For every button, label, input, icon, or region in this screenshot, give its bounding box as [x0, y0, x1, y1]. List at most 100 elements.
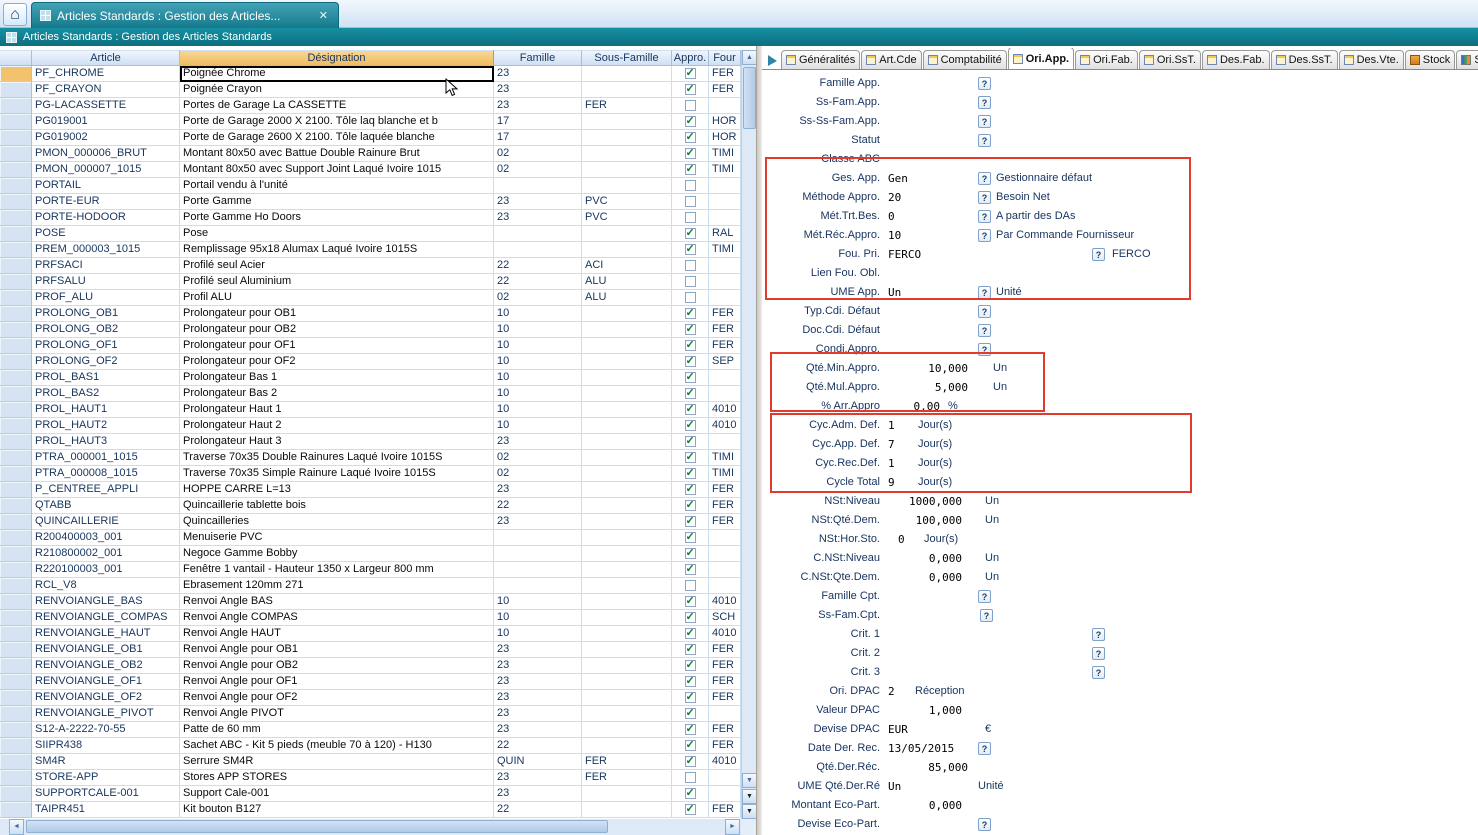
cell-designation[interactable]: Poignée Crayon: [180, 82, 494, 98]
help-button[interactable]: ?: [978, 191, 991, 204]
help-button[interactable]: ?: [1092, 666, 1105, 679]
cell-sous-famille[interactable]: [582, 610, 672, 626]
appro-checkbox[interactable]: [685, 276, 696, 287]
table-row[interactable]: QTABBQuincaillerie tablette bois22FER: [0, 498, 741, 514]
cell-designation[interactable]: Ebrasement 120mm 271: [180, 578, 494, 594]
field-value[interactable]: 1: [888, 454, 895, 473]
table-row[interactable]: RENVOIANGLE_BASRenvoi Angle BAS104010: [0, 594, 741, 610]
cell-sous-famille[interactable]: [582, 626, 672, 642]
cell-designation[interactable]: Renvoi Angle BAS: [180, 594, 494, 610]
help-button[interactable]: ?: [978, 210, 991, 223]
cell-article[interactable]: STORE-APP: [32, 770, 180, 786]
cell-article[interactable]: PROL_HAUT3: [32, 434, 180, 450]
cell-appro[interactable]: [672, 162, 709, 178]
field-value[interactable]: 20: [888, 188, 901, 207]
cell-fournisseur[interactable]: 4010: [709, 402, 741, 418]
cell-designation[interactable]: Renvoi Angle pour OF1: [180, 674, 494, 690]
cell-fournisseur[interactable]: [709, 578, 741, 594]
cell-famille[interactable]: 10: [494, 370, 582, 386]
row-selector[interactable]: [0, 290, 32, 306]
cell-article[interactable]: PRFSACI: [32, 258, 180, 274]
cell-appro[interactable]: [672, 82, 709, 98]
scroll-up-icon[interactable]: ▲: [742, 50, 757, 65]
cell-designation[interactable]: Kit bouton B127: [180, 802, 494, 818]
table-row[interactable]: S12-A-2222-70-55Patte de 60 mm23FER: [0, 722, 741, 738]
cell-designation[interactable]: Porte Gamme: [180, 194, 494, 210]
cell-appro[interactable]: [672, 194, 709, 210]
table-row[interactable]: PROLONG_OF2Prolongateur pour OF210SEP: [0, 354, 741, 370]
table-row[interactable]: RENVOIANGLE_PIVOTRenvoi Angle PIVOT23: [0, 706, 741, 722]
cell-designation[interactable]: Sachet ABC - Kit 5 pieds (meuble 70 à 12…: [180, 738, 494, 754]
row-selector[interactable]: [0, 642, 32, 658]
header-article[interactable]: Article: [32, 50, 180, 66]
cell-fournisseur[interactable]: FER: [709, 802, 741, 818]
cell-designation[interactable]: Porte Gamme Ho Doors: [180, 210, 494, 226]
row-selector[interactable]: [0, 738, 32, 754]
appro-checkbox[interactable]: [685, 116, 696, 127]
cell-fournisseur[interactable]: 4010: [709, 418, 741, 434]
appro-checkbox[interactable]: [685, 356, 696, 367]
cell-sous-famille[interactable]: [582, 82, 672, 98]
cell-sous-famille[interactable]: PVC: [582, 210, 672, 226]
cell-famille[interactable]: 02: [494, 162, 582, 178]
cell-appro[interactable]: [672, 146, 709, 162]
home-button[interactable]: ⌂: [3, 3, 27, 26]
row-selector[interactable]: [0, 418, 32, 434]
header-appro[interactable]: Appro.: [672, 50, 709, 66]
cell-sous-famille[interactable]: [582, 466, 672, 482]
appro-checkbox[interactable]: [685, 180, 696, 191]
row-selector[interactable]: [0, 226, 32, 242]
cell-appro[interactable]: [672, 514, 709, 530]
document-tab[interactable]: Articles Standards : Gestion des Article…: [31, 2, 339, 28]
table-row[interactable]: PROLONG_OF1Prolongateur pour OF110FER: [0, 338, 741, 354]
cell-fournisseur[interactable]: [709, 274, 741, 290]
cell-appro[interactable]: [672, 786, 709, 802]
cell-fournisseur[interactable]: FER: [709, 66, 741, 82]
field-value[interactable]: Gen: [888, 169, 908, 188]
cell-appro[interactable]: [672, 242, 709, 258]
cell-appro[interactable]: [672, 610, 709, 626]
table-row[interactable]: PF_CHROMEPoignée Chrome23FER: [0, 66, 741, 82]
row-selector[interactable]: [0, 242, 32, 258]
cell-sous-famille[interactable]: [582, 578, 672, 594]
cell-fournisseur[interactable]: FER: [709, 82, 741, 98]
cell-famille[interactable]: 23: [494, 194, 582, 210]
cell-appro[interactable]: [672, 754, 709, 770]
cell-appro[interactable]: [672, 322, 709, 338]
cell-article[interactable]: RENVOIANGLE_BAS: [32, 594, 180, 610]
field-value[interactable]: Un: [888, 777, 901, 796]
cell-article[interactable]: PMON_000007_1015: [32, 162, 180, 178]
cell-sous-famille[interactable]: [582, 530, 672, 546]
cell-fournisseur[interactable]: HOR: [709, 130, 741, 146]
field-value[interactable]: 0: [898, 530, 905, 549]
cell-designation[interactable]: Porte de Garage 2000 X 2100. Tôle laq bl…: [180, 114, 494, 130]
cell-article[interactable]: RENVOIANGLE_OB1: [32, 642, 180, 658]
cell-article[interactable]: RENVOIANGLE_OF1: [32, 674, 180, 690]
table-row[interactable]: SIIPR438Sachet ABC - Kit 5 pieds (meuble…: [0, 738, 741, 754]
cell-sous-famille[interactable]: [582, 130, 672, 146]
cell-appro[interactable]: [672, 66, 709, 82]
cell-famille[interactable]: 23: [494, 514, 582, 530]
row-selector[interactable]: [0, 82, 32, 98]
cell-appro[interactable]: [672, 466, 709, 482]
cell-famille[interactable]: [494, 530, 582, 546]
cell-article[interactable]: PREM_000003_1015: [32, 242, 180, 258]
cell-fournisseur[interactable]: FER: [709, 306, 741, 322]
cell-appro[interactable]: [672, 562, 709, 578]
appro-checkbox[interactable]: [685, 468, 696, 479]
cell-appro[interactable]: [672, 402, 709, 418]
field-value[interactable]: 0,000: [832, 796, 962, 815]
cell-famille[interactable]: 10: [494, 386, 582, 402]
table-row[interactable]: PROL_HAUT2Prolongateur Haut 2104010: [0, 418, 741, 434]
cell-designation[interactable]: Renvoi Angle pour OB2: [180, 658, 494, 674]
appro-checkbox[interactable]: [685, 436, 696, 447]
row-selector[interactable]: [0, 610, 32, 626]
appro-checkbox[interactable]: [685, 388, 696, 399]
cell-designation[interactable]: Poignée Chrome: [180, 66, 494, 82]
cell-famille[interactable]: 23: [494, 658, 582, 674]
cell-fournisseur[interactable]: FER: [709, 738, 741, 754]
cell-famille[interactable]: 10: [494, 610, 582, 626]
cell-sous-famille[interactable]: [582, 370, 672, 386]
table-row[interactable]: PORTE-HODOORPorte Gamme Ho Doors23PVC: [0, 210, 741, 226]
cell-article[interactable]: POSE: [32, 226, 180, 242]
